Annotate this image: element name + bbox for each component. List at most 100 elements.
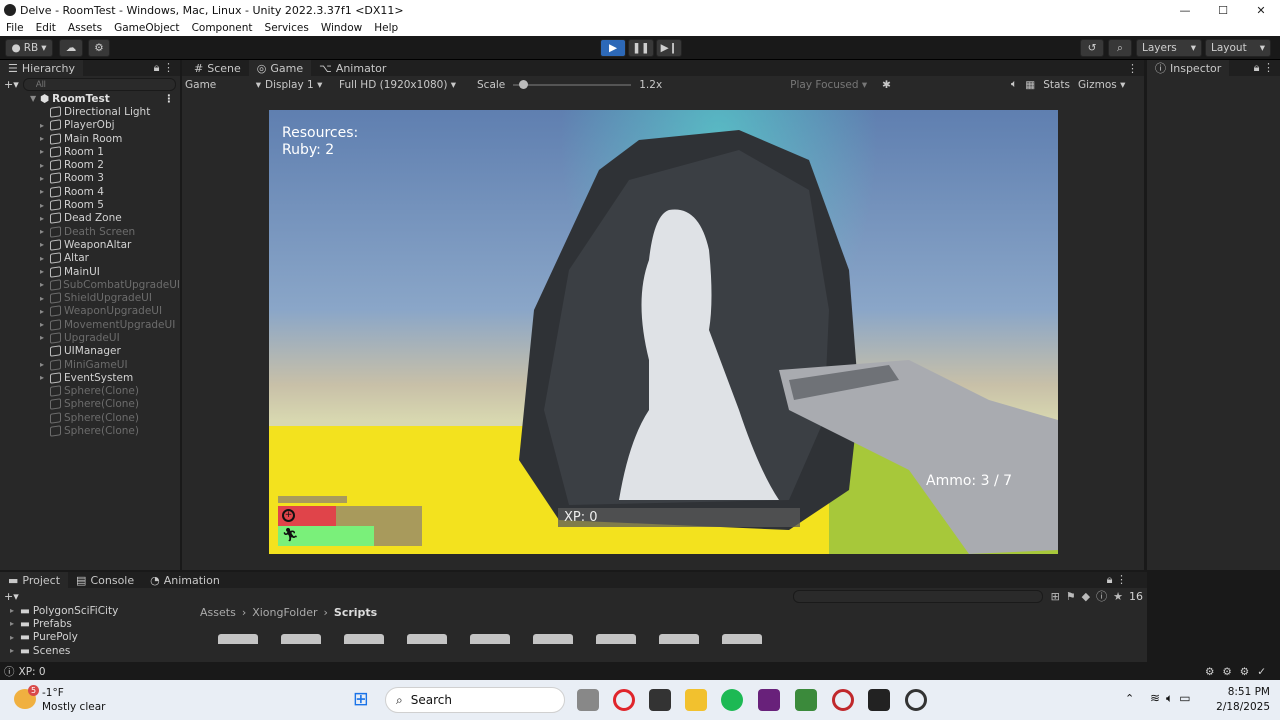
hierarchy-item[interactable]: ▸ WeaponAltar bbox=[0, 238, 180, 251]
expand-arrow-icon[interactable]: ▸ bbox=[40, 227, 50, 236]
collab-icon[interactable]: ⚙ bbox=[88, 39, 110, 57]
play-focused-dropdown[interactable]: Play Focused ▾ bbox=[790, 79, 878, 91]
add-button[interactable]: +▾ bbox=[4, 590, 19, 603]
file-explorer-icon[interactable] bbox=[685, 689, 707, 711]
game-mode-dropdown[interactable]: Game ▾ bbox=[185, 79, 261, 91]
tab-animator[interactable]: ⌥ Animator bbox=[311, 60, 394, 76]
hierarchy-search-input[interactable] bbox=[22, 77, 176, 91]
expand-arrow-icon[interactable]: ▸ bbox=[40, 360, 50, 369]
hierarchy-item[interactable]: ▸ ShieldUpgradeUI bbox=[0, 291, 180, 304]
tab-game[interactable]: ◎ Game bbox=[248, 60, 312, 76]
obs-icon[interactable] bbox=[905, 689, 927, 711]
hierarchy-item[interactable]: ▸ Death Screen bbox=[0, 225, 180, 238]
grid-icon[interactable]: ▦ bbox=[1025, 79, 1035, 91]
hierarchy-item[interactable]: ▸ UpgradeUI bbox=[0, 331, 180, 344]
expand-arrow-icon[interactable]: ▸ bbox=[40, 147, 50, 156]
mute-audio-icon[interactable]: 🔈︎ bbox=[1011, 78, 1017, 91]
expand-arrow-icon[interactable]: ▸ bbox=[40, 214, 50, 223]
project-search-input[interactable] bbox=[792, 589, 1043, 603]
kebab-icon[interactable]: ⋮ bbox=[1127, 62, 1138, 75]
hierarchy-item[interactable]: ▸ Main Room bbox=[0, 132, 180, 145]
hierarchy-item[interactable]: Directional Light bbox=[0, 105, 180, 118]
hierarchy-item[interactable]: ▸ EventSystem bbox=[0, 371, 180, 384]
tab-hierarchy[interactable]: ☰ Hierarchy bbox=[0, 60, 84, 76]
hierarchy-item[interactable]: ▸ Room 2 bbox=[0, 158, 180, 171]
stats-button[interactable]: Stats bbox=[1043, 79, 1070, 91]
breadcrumb-assets[interactable]: Assets bbox=[200, 606, 236, 619]
folder-item[interactable]: ▸ ▬ Prefabs bbox=[10, 617, 190, 630]
script-file-icon[interactable] bbox=[659, 634, 699, 644]
bug-icon[interactable]: ✱ bbox=[882, 79, 891, 91]
close-button[interactable]: ✕ bbox=[1242, 4, 1280, 17]
hierarchy-item[interactable]: ▸ Room 3 bbox=[0, 172, 180, 185]
history-icon[interactable]: ↺ bbox=[1080, 39, 1104, 57]
menu-component[interactable]: Component bbox=[186, 22, 259, 34]
expand-arrow-icon[interactable]: ▸ bbox=[40, 267, 50, 276]
menu-help[interactable]: Help bbox=[368, 22, 404, 34]
script-file-icon[interactable] bbox=[407, 634, 447, 644]
expand-arrow-icon[interactable]: ▼ bbox=[30, 94, 40, 103]
account-button[interactable]: ● RB ▾ bbox=[5, 39, 53, 57]
display-dropdown[interactable]: Display 1 ▾ bbox=[265, 79, 335, 91]
start-button[interactable]: ⊞ bbox=[353, 689, 373, 709]
expand-arrow-icon[interactable]: ▸ bbox=[40, 333, 50, 342]
hierarchy-item[interactable]: UIManager bbox=[0, 345, 180, 358]
scale-slider-knob[interactable] bbox=[519, 79, 529, 89]
script-file-icon[interactable] bbox=[533, 634, 573, 644]
hierarchy-item[interactable]: Sphere(Clone) bbox=[0, 411, 180, 424]
game-viewport[interactable]: Resources: Ruby: 2 Ammo: 3 / 7 + 🏃︎ XP: … bbox=[269, 110, 1058, 554]
osu-icon[interactable] bbox=[832, 689, 854, 711]
hierarchy-item[interactable]: ▸ Altar bbox=[0, 252, 180, 265]
hierarchy-item[interactable]: ▸ MovementUpgradeUI bbox=[0, 318, 180, 331]
lock-icon[interactable]: 🔒︎ ⋮ bbox=[1254, 61, 1274, 75]
expand-arrow-icon[interactable]: ▸ bbox=[40, 134, 50, 143]
hierarchy-item[interactable]: ▸ MainUI bbox=[0, 265, 180, 278]
visual-studio-icon[interactable] bbox=[758, 689, 780, 711]
script-file-icon[interactable] bbox=[344, 634, 384, 644]
layers-dropdown[interactable]: Layers ▾ bbox=[1136, 39, 1202, 57]
expand-arrow-icon[interactable]: ▸ bbox=[40, 307, 50, 316]
folder-item[interactable]: ▸ ▬ Scenes bbox=[10, 644, 190, 657]
hierarchy-item[interactable]: ▸ WeaponUpgradeUI bbox=[0, 305, 180, 318]
hierarchy-item[interactable]: Sphere(Clone) bbox=[0, 398, 180, 411]
opera-icon[interactable] bbox=[613, 689, 635, 711]
unity-hub-icon[interactable] bbox=[649, 689, 671, 711]
expand-arrow-icon[interactable]: ▸ bbox=[40, 174, 50, 183]
expand-arrow-icon[interactable]: ▸ bbox=[40, 187, 50, 196]
tray-chevron-icon[interactable]: ⌃ bbox=[1125, 692, 1134, 705]
expand-arrow-icon[interactable]: ▸ bbox=[40, 201, 50, 210]
script-file-icon[interactable] bbox=[722, 634, 762, 644]
hierarchy-item[interactable]: ▸ SubCombatUpgradeUI bbox=[0, 278, 180, 291]
expand-arrow-icon[interactable]: ▸ bbox=[40, 294, 50, 303]
menu-assets[interactable]: Assets bbox=[62, 22, 108, 34]
step-button[interactable]: ▶❙ bbox=[656, 39, 682, 57]
cloud-icon[interactable]: ☁ bbox=[59, 39, 83, 57]
breadcrumb-scripts[interactable]: Scripts bbox=[334, 606, 377, 619]
hierarchy-item[interactable]: ▸ Room 5 bbox=[0, 198, 180, 211]
filter-icons[interactable]: ⊞⚑◆ⓘ★ bbox=[1051, 588, 1129, 604]
unity-editor-icon[interactable] bbox=[868, 689, 890, 711]
minimize-button[interactable]: — bbox=[1166, 4, 1204, 17]
gizmos-dropdown[interactable]: Gizmos ▾ bbox=[1078, 79, 1125, 91]
expand-arrow-icon[interactable]: ▸ bbox=[40, 254, 50, 263]
script-file-icon[interactable] bbox=[596, 634, 636, 644]
search-icon[interactable]: ⌕ bbox=[1108, 39, 1132, 57]
hierarchy-item[interactable]: ▸ PlayerObj bbox=[0, 119, 180, 132]
play-button[interactable]: ▶ bbox=[600, 39, 626, 57]
hierarchy-item[interactable]: Sphere(Clone) bbox=[0, 385, 180, 398]
scale-slider[interactable] bbox=[513, 79, 632, 89]
minecraft-icon[interactable] bbox=[795, 689, 817, 711]
hierarchy-item[interactable]: ▸ Room 1 bbox=[0, 145, 180, 158]
expand-arrow-icon[interactable]: ▸ bbox=[40, 240, 50, 249]
hierarchy-item[interactable]: Sphere(Clone) bbox=[0, 424, 180, 437]
pause-button[interactable]: ❚❚ bbox=[628, 39, 654, 57]
clock-time[interactable]: 8:51 PM bbox=[1222, 686, 1270, 698]
tab-scene[interactable]: # Scene bbox=[186, 60, 249, 76]
taskbar-search[interactable]: ⌕ Search bbox=[385, 687, 565, 713]
folder-item[interactable]: ▸ ▬ PurePoly bbox=[10, 631, 190, 644]
hierarchy-item[interactable]: ▸ Dead Zone bbox=[0, 212, 180, 225]
scene-root[interactable]: ▼ ⬢ RoomTest ⋮ bbox=[0, 92, 180, 105]
task-view-icon[interactable] bbox=[577, 689, 599, 711]
status-icons[interactable]: ⚙⚙⚙✓ bbox=[1205, 666, 1274, 678]
tab-project[interactable]: ▬ Project bbox=[0, 572, 69, 588]
